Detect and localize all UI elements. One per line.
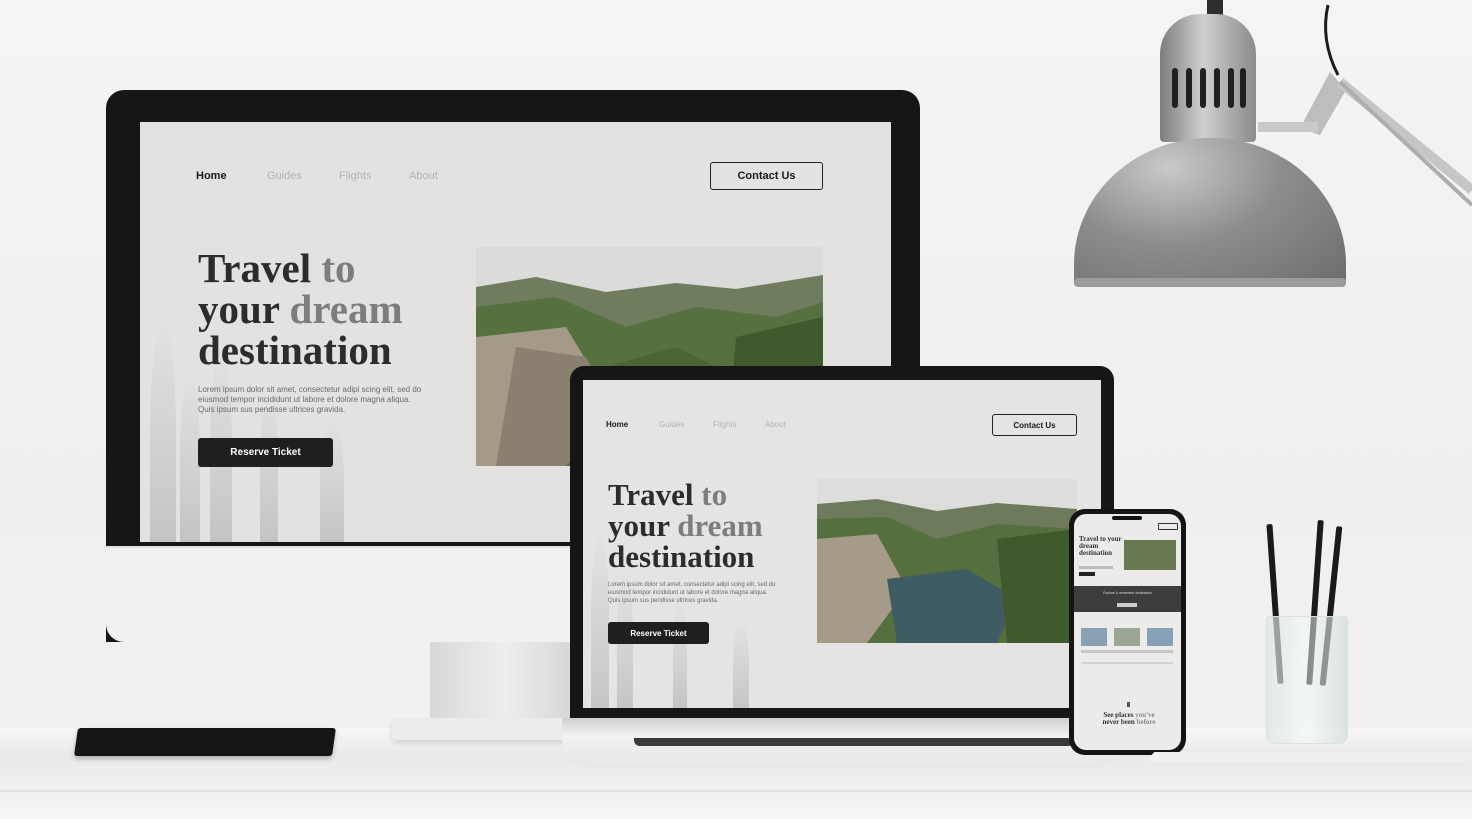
- contact-us-button[interactable]: Contact Us: [710, 162, 823, 190]
- phone-footer-title: See places you've never been before: [1092, 712, 1166, 726]
- phone-notch: [1112, 516, 1142, 520]
- lamp-vent: [1228, 68, 1234, 108]
- phone-banner: Explore & remember destination: [1074, 586, 1181, 612]
- hero-body-text: Lorem ipsum dolor sit amet, consectetur …: [198, 385, 422, 414]
- phone-card-image: [1147, 628, 1173, 646]
- hero-title-word: to: [321, 245, 356, 291]
- hero-body-text: Lorem ipsum dolor sit amet, consectetur …: [608, 582, 776, 604]
- phone-footer-word: never been: [1102, 718, 1135, 726]
- phone-banner-text: Explore & remember destination: [1103, 591, 1152, 595]
- hero-title-word: Travel: [198, 245, 322, 291]
- nav-flights-link[interactable]: Flights: [713, 420, 737, 429]
- phone-card-image: [1081, 628, 1107, 646]
- phone-reserve-button[interactable]: [1079, 572, 1095, 576]
- grass-decoration: [150, 322, 176, 542]
- lamp-vent: [1240, 68, 1246, 108]
- phone-card-image: [1114, 628, 1140, 646]
- notebook: [74, 728, 336, 756]
- laptop-hinge: [634, 738, 1074, 746]
- phone-body-text: [1079, 566, 1113, 569]
- hero-title-word: destination: [608, 539, 755, 574]
- nav-guides-link[interactable]: Guides: [267, 170, 302, 182]
- paper-sheet: [1145, 752, 1472, 762]
- hero-title-word: dream: [289, 286, 403, 332]
- hero-title-word: to: [701, 477, 728, 512]
- phone-divider: [1081, 662, 1173, 664]
- reserve-ticket-button[interactable]: Reserve Ticket: [608, 622, 709, 644]
- lamp-neck: [1160, 14, 1256, 142]
- lamp-rim: [1074, 278, 1346, 287]
- imac-stand: [430, 642, 580, 722]
- hero-title-word: your: [608, 508, 678, 543]
- nav-flights-link[interactable]: Flights: [339, 170, 371, 182]
- phone-hero-title: Travel to your dream destination: [1079, 535, 1122, 557]
- nav-about-link[interactable]: About: [409, 170, 438, 182]
- hero-title: Travel to your dream destination: [608, 479, 763, 572]
- pencil-cup: [1266, 616, 1348, 744]
- nav-guides-link[interactable]: Guides: [659, 420, 684, 429]
- lamp-vent: [1172, 68, 1178, 108]
- hero-title-word: Travel: [608, 477, 702, 512]
- pencils: [1266, 519, 1346, 686]
- hero-title-word: dream: [677, 508, 763, 543]
- phone-menu-icon[interactable]: [1158, 523, 1178, 530]
- lamp-arm: [1258, 4, 1472, 207]
- phone-footer-word: before: [1134, 718, 1156, 726]
- contact-us-button[interactable]: Contact Us: [992, 414, 1077, 436]
- nav-home-link[interactable]: Home: [606, 420, 628, 429]
- phone-screen: Travel to your dream destination Explore…: [1074, 514, 1181, 750]
- nav-home-link[interactable]: Home: [196, 170, 227, 182]
- grass-decoration: [591, 530, 609, 708]
- phone-banner-button[interactable]: [1117, 603, 1137, 607]
- lamp-vent: [1214, 68, 1220, 108]
- grass-decoration: [733, 620, 749, 708]
- hero-landscape-image: [817, 479, 1077, 643]
- lamp-vent: [1186, 68, 1192, 108]
- phone-card-text: [1081, 650, 1173, 653]
- phone-pin-icon: [1127, 702, 1130, 707]
- phone-hero-image: [1124, 540, 1176, 570]
- hero-title: Travel to your dream destination: [198, 248, 403, 371]
- hero-title-word: your: [198, 286, 290, 332]
- desk-edge: [0, 790, 1472, 792]
- laptop-screen: Home Guides Flights About Contact Us Tra…: [583, 380, 1101, 708]
- grass-decoration: [180, 372, 200, 542]
- grass-decoration: [673, 600, 687, 708]
- nav-about-link[interactable]: About: [765, 420, 786, 429]
- reserve-ticket-button[interactable]: Reserve Ticket: [198, 438, 333, 467]
- lamp-vent: [1200, 68, 1206, 108]
- hero-title-word: destination: [198, 327, 392, 373]
